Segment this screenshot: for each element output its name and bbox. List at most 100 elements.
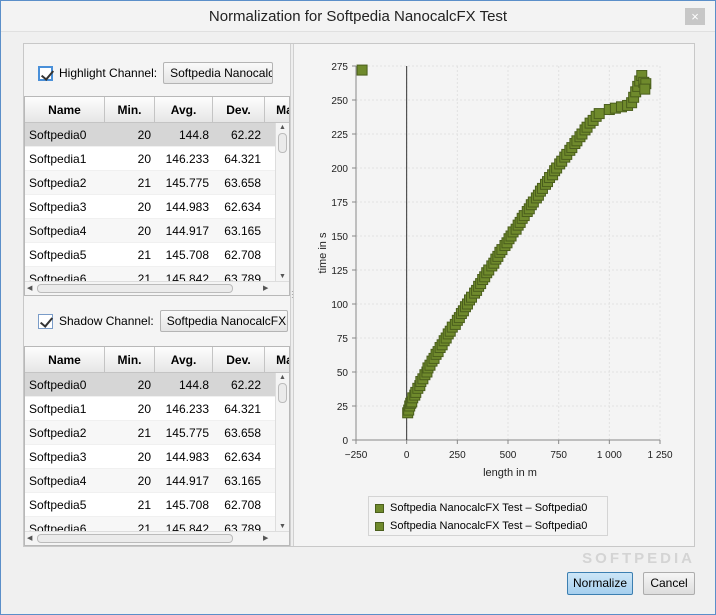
scroll-thumb[interactable] — [37, 284, 233, 293]
column-header-min[interactable]: Min. — [105, 347, 155, 373]
normalize-button[interactable]: Normalize — [567, 572, 633, 595]
column-header-avg[interactable]: Avg. — [155, 347, 213, 373]
cancel-button[interactable]: Cancel — [643, 572, 695, 595]
title-bar: Normalization for Softpedia NanocalcFX T… — [1, 1, 715, 32]
x-axis-label: length in m — [483, 467, 537, 479]
column-header-dev[interactable]: Dev. — [213, 347, 265, 373]
main-panel: Highlight Channel: Softpedia NanocalcFX … — [23, 43, 695, 547]
cell-avg: 144.983 — [165, 200, 209, 214]
y-tick-label: 0 — [342, 436, 348, 447]
column-header-min[interactable]: Min. — [105, 97, 155, 123]
table-header: Name Min. Avg. Dev. Ma — [25, 97, 289, 123]
scroll-up-icon[interactable]: ▲ — [279, 374, 286, 381]
cell-min: 20 — [137, 200, 151, 214]
table-row[interactable]: Softpedia0 20 144.8 62.22 — [25, 123, 277, 147]
legend-label: Softpedia NanocalcFX Test – Softpedia0 — [390, 502, 588, 514]
cell-avg: 146.233 — [165, 152, 209, 166]
cell-name: Softpedia2 — [29, 176, 87, 190]
y-tick-label: 250 — [331, 96, 348, 107]
table-row[interactable]: Softpedia1 20 146.233 64.321 — [25, 147, 277, 171]
shadow-checkbox[interactable] — [38, 313, 53, 329]
column-header-avg[interactable]: Avg. — [155, 97, 213, 123]
cell-dev: 62.22 — [230, 128, 261, 142]
pane-splitter[interactable]: · · · — [290, 44, 294, 546]
cell-min: 21 — [137, 176, 151, 190]
table-body: Softpedia0 20 144.8 62.22 Softpedia1 20 146.23… — [25, 373, 277, 541]
scroll-thumb[interactable] — [37, 534, 233, 543]
cell-name: Softpedia5 — [29, 248, 87, 262]
y-tick-label: 25 — [337, 402, 349, 413]
y-tick-label: 100 — [331, 300, 348, 311]
shadow-channel-select[interactable]: Softpedia NanocalcFX Te — [159, 310, 288, 332]
scroll-left-icon[interactable]: ◀ — [27, 534, 32, 542]
column-header-max[interactable]: Ma — [265, 347, 289, 373]
table-row[interactable]: Softpedia4 20 144.917 63.165 — [25, 469, 277, 493]
cell-dev: 62.634 — [224, 450, 261, 464]
chart-legend: Softpedia NanocalcFX Test – Softpedia0 S… — [368, 496, 608, 536]
column-header-dev[interactable]: Dev. — [213, 97, 265, 123]
scroll-thumb[interactable] — [278, 383, 287, 403]
vertical-scrollbar[interactable]: ▲ ▼ — [275, 373, 289, 531]
cell-name: Softpedia3 — [29, 450, 87, 464]
cell-min: 20 — [137, 402, 151, 416]
cell-min: 20 — [137, 378, 151, 392]
table-row[interactable]: Softpedia4 20 144.917 63.165 — [25, 219, 277, 243]
table-row[interactable]: Softpedia3 20 144.983 62.634 — [25, 445, 277, 469]
scroll-down-icon[interactable]: ▼ — [279, 523, 286, 530]
scroll-right-icon[interactable]: ▶ — [263, 534, 268, 542]
scroll-down-icon[interactable]: ▼ — [279, 273, 286, 280]
highlight-checkbox[interactable] — [38, 65, 53, 81]
cell-name: Softpedia0 — [29, 128, 87, 142]
watermark: SOFTPEDIA — [582, 550, 695, 567]
cell-dev: 62.708 — [224, 248, 261, 262]
cell-name: Softpedia1 — [29, 152, 87, 166]
y-tick-label: 75 — [337, 334, 349, 345]
table-row[interactable]: Softpedia5 21 145.708 62.708 — [25, 243, 277, 267]
x-tick-label: 500 — [500, 450, 517, 461]
close-button[interactable]: × — [685, 8, 705, 25]
cell-dev: 64.321 — [224, 152, 261, 166]
legend-item: Softpedia NanocalcFX Test – Softpedia0 — [375, 499, 601, 517]
cell-name: Softpedia0 — [29, 378, 87, 392]
column-header-name[interactable]: Name — [25, 347, 105, 373]
legend-marker-icon — [375, 503, 384, 513]
cell-avg: 145.775 — [165, 176, 209, 190]
x-tick-label: 750 — [550, 450, 567, 461]
shadow-label: Shadow Channel: — [59, 314, 154, 328]
table-header: Name Min. Avg. Dev. Ma — [25, 347, 289, 373]
cell-dev: 62.634 — [224, 200, 261, 214]
window-title: Normalization for Softpedia NanocalcFX T… — [208, 8, 508, 25]
column-header-max[interactable]: Ma — [265, 97, 289, 123]
scroll-thumb[interactable] — [278, 133, 287, 153]
table-row[interactable]: Softpedia5 21 145.708 62.708 — [25, 493, 277, 517]
cell-min: 20 — [137, 474, 151, 488]
splitter-grip-icon[interactable]: · · · — [291, 288, 294, 302]
y-tick-label: 125 — [331, 266, 348, 277]
cell-dev: 63.165 — [224, 224, 261, 238]
cell-name: Softpedia5 — [29, 498, 87, 512]
table-row[interactable]: Softpedia3 20 144.983 62.634 — [25, 195, 277, 219]
cell-min: 21 — [137, 426, 151, 440]
cell-avg: 145.708 — [165, 498, 209, 512]
scatter-chart: −250 0 250 500 750 1 000 1 250 0 25 50 75 100 125 150… — [317, 62, 673, 479]
column-header-name[interactable]: Name — [25, 97, 105, 123]
data-point — [639, 83, 651, 95]
scroll-left-icon[interactable]: ◀ — [27, 284, 32, 292]
y-tick-label: 275 — [331, 62, 348, 73]
table-row[interactable]: Softpedia2 21 145.775 63.658 — [25, 421, 277, 445]
table-row[interactable]: Softpedia1 20 146.233 64.321 — [25, 397, 277, 421]
cell-avg: 145.775 — [165, 426, 209, 440]
y-tick-label: 175 — [331, 198, 348, 209]
data-point — [356, 64, 368, 76]
horizontal-scrollbar[interactable]: ◀ ▶ — [25, 281, 289, 295]
vertical-scrollbar[interactable]: ▲ ▼ — [275, 123, 289, 281]
table-row[interactable]: Softpedia2 21 145.775 63.658 — [25, 171, 277, 195]
horizontal-scrollbar[interactable]: ◀ ▶ — [25, 531, 289, 545]
highlight-channel-select[interactable]: Softpedia NanocalcFX — [163, 62, 274, 84]
cell-avg: 144.917 — [165, 224, 209, 238]
x-tick-label: −250 — [345, 450, 368, 461]
table-row[interactable]: Softpedia0 20 144.8 62.22 — [25, 373, 277, 397]
scroll-right-icon[interactable]: ▶ — [263, 284, 268, 292]
x-tick-label: 1 250 — [647, 450, 672, 461]
scroll-up-icon[interactable]: ▲ — [279, 124, 286, 131]
